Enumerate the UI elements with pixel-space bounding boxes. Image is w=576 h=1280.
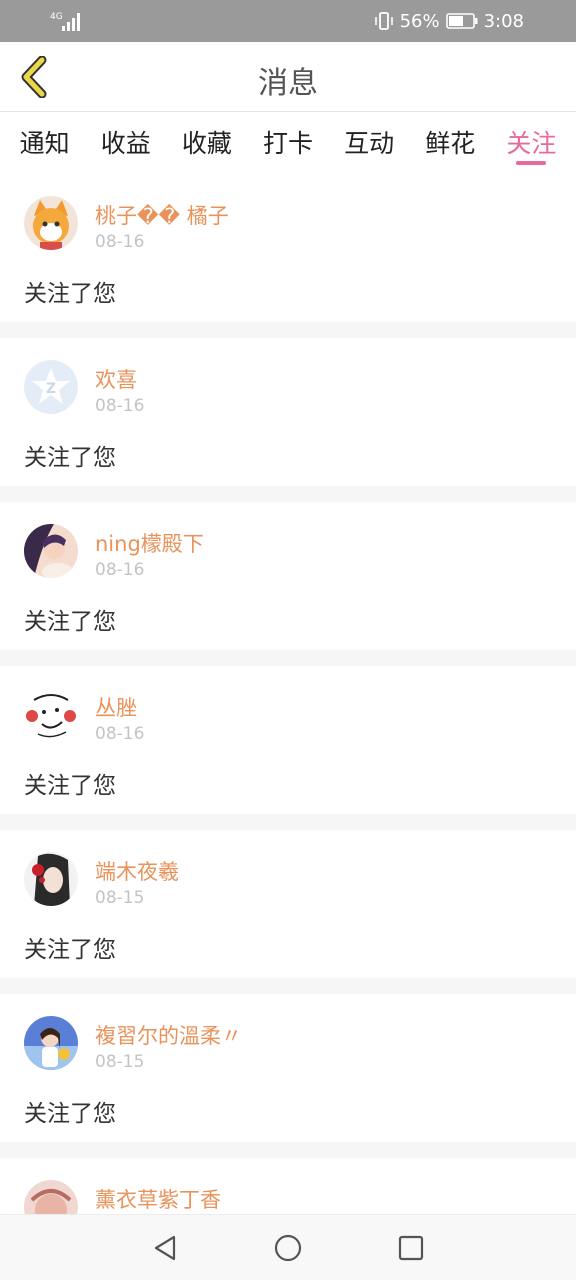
divider [0,486,576,502]
battery-percent: 56% [399,10,440,32]
divider [0,814,576,830]
status-bar: 4G 56% 3:08 [0,0,576,42]
follower-name[interactable]: 複習尔的溫柔〃 [95,1020,242,1050]
follow-date: 08-16 [95,232,145,252]
vibrate-icon [374,12,393,30]
header: 消息 [0,42,576,112]
follower-list: 桃子�� 橘子 08-16 关注了您 Z 欢喜 08-16 关注了您 ning檬… [0,174,576,1280]
tab-follows[interactable]: 关注 [506,112,556,170]
follower-name[interactable]: 端木夜羲 [95,856,179,886]
follow-date: 08-16 [95,396,145,416]
page-title: 消息 [258,66,318,101]
divider [0,978,576,994]
avatar[interactable] [24,688,78,742]
follower-name[interactable]: 桃子�� 橘子 [95,200,229,230]
follow-action-text: 关注了您 [24,1101,116,1127]
avatar[interactable] [24,852,78,906]
system-nav-bar [0,1214,576,1280]
status-right: 56% 3:08 [374,9,524,33]
follow-action-text: 关注了您 [24,445,116,471]
list-item[interactable]: 桃子�� 橘子 08-16 关注了您 [0,174,576,322]
follow-action-text: 关注了您 [24,609,116,635]
follow-action-text: 关注了您 [24,773,116,799]
follower-name[interactable]: 欢喜 [95,364,137,394]
tab-notifications[interactable]: 通知 [20,112,70,170]
divider [0,650,576,666]
list-item[interactable]: 丛脞 08-16 关注了您 [0,666,576,814]
back-triangle-icon[interactable] [150,1233,180,1263]
battery-icon [445,13,478,29]
follower-name[interactable]: 丛脞 [95,692,137,722]
follow-action-text: 关注了您 [24,937,116,963]
tab-interactions[interactable]: 互动 [344,112,394,170]
list-item[interactable]: 端木夜羲 08-15 关注了您 [0,830,576,978]
home-circle-icon[interactable] [273,1233,303,1263]
tab-favorites[interactable]: 收藏 [182,112,232,170]
avatar[interactable] [24,1016,78,1070]
tab-checkin[interactable]: 打卡 [263,112,313,170]
divider [0,322,576,338]
tab-flowers[interactable]: 鲜花 [425,112,475,170]
clock: 3:08 [483,10,524,32]
list-item[interactable]: Z 欢喜 08-16 关注了您 [0,338,576,486]
svg-text:Z: Z [46,381,56,397]
recents-square-icon[interactable] [396,1233,426,1263]
follow-date: 08-15 [95,1052,145,1072]
follow-date: 08-15 [95,888,145,908]
divider [0,1142,576,1158]
follow-date: 08-16 [95,724,145,744]
list-item[interactable]: 複習尔的溫柔〃 08-15 关注了您 [0,994,576,1142]
follower-name[interactable]: ning檬殿下 [95,528,204,558]
follower-name[interactable]: 薰衣草紫丁香 [95,1184,221,1214]
follow-date: 08-16 [95,560,145,580]
avatar[interactable]: Z [24,360,78,414]
list-item[interactable]: ning檬殿下 08-16 关注了您 [0,502,576,650]
tab-earnings[interactable]: 收益 [101,112,151,170]
network-label: 4G [50,12,63,22]
signal-icon: 4G [50,12,80,31]
tab-bar: 通知 收益 收藏 打卡 互动 鲜花 关注 [0,112,576,170]
follow-action-text: 关注了您 [24,281,116,307]
avatar[interactable] [24,196,78,250]
avatar[interactable] [24,524,78,578]
